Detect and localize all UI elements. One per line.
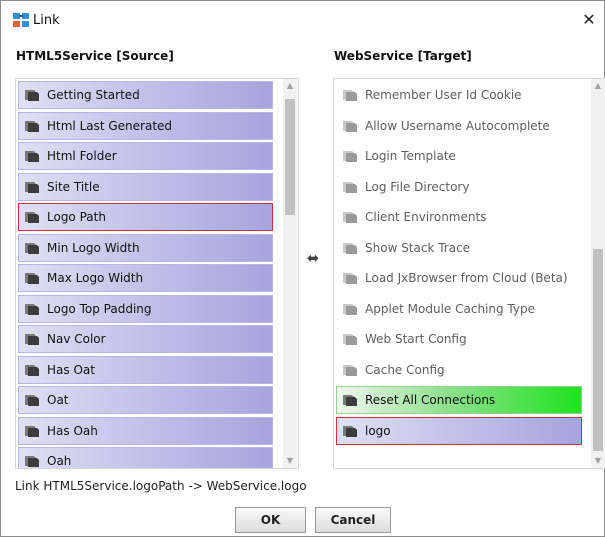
close-icon[interactable]: ✕ <box>576 7 602 33</box>
target-item[interactable]: Web Start Config <box>336 325 582 353</box>
ok-button[interactable]: OK <box>235 507 306 533</box>
target-item-label: Login Template <box>365 149 456 163</box>
source-item-label: Oah <box>47 454 72 468</box>
slot-icon <box>25 273 39 284</box>
target-item-label: Applet Module Caching Type <box>365 301 535 316</box>
target-item[interactable]: Log File Directory <box>336 172 582 201</box>
target-list[interactable]: logo Reset All Connections Cache Config Web… <box>333 78 605 469</box>
slot-icon <box>343 425 357 437</box>
target-header: WebService [Target] <box>334 49 472 63</box>
slot-icon <box>343 242 357 254</box>
target-item[interactable]: Cache Config <box>336 355 582 384</box>
cancel-button[interactable]: Cancel <box>315 507 391 533</box>
target-item[interactable]: Remember User Id Cookie <box>336 81 582 109</box>
source-item[interactable]: Logo Top Padding <box>18 294 273 323</box>
source-item[interactable]: Html Folder <box>18 142 273 170</box>
slot-icon <box>343 181 357 193</box>
slot-icon <box>25 395 39 406</box>
link-status-text: Link HTML5Service.logoPath -> WebService… <box>15 479 307 493</box>
slot-icon <box>25 425 39 437</box>
source-item[interactable]: Logo Path <box>18 203 273 231</box>
source-header: HTML5Service [Source] <box>16 49 174 63</box>
target-item[interactable]: Client Environments <box>336 203 582 231</box>
source-item[interactable]: Getting Started <box>18 81 273 109</box>
slot-icon <box>343 395 357 406</box>
slot-icon <box>25 364 39 376</box>
scroll-up-icon[interactable]: ▲ <box>283 79 297 93</box>
slot-icon <box>343 90 357 101</box>
slot-icon <box>25 242 39 254</box>
source-item[interactable]: Has Oat <box>18 355 273 384</box>
target-item-label: Show Stack Trace <box>365 240 471 255</box>
source-item-label: Html Last Generated <box>47 118 173 133</box>
target-item[interactable]: logo <box>336 416 582 445</box>
source-item-label: Oat <box>47 393 69 407</box>
source-item-label: Getting Started <box>47 88 140 102</box>
target-item-label: Allow Username Autocomplete <box>365 118 550 133</box>
scroll-up-icon[interactable]: ▲ <box>591 79 605 93</box>
slot-icon <box>25 90 39 101</box>
source-list[interactable]: Oah Has Oah Oat Has Oat Nav Color Logo Top Pa… <box>15 78 299 469</box>
slot-icon <box>343 303 357 315</box>
source-item[interactable]: Min Logo Width <box>18 233 273 262</box>
slot-icon <box>25 303 39 315</box>
source-item-label: Html Folder <box>47 149 117 163</box>
scroll-thumb[interactable] <box>285 99 295 215</box>
source-item[interactable]: Site Title <box>18 172 273 201</box>
source-item-label: Logo Path <box>47 210 106 224</box>
source-item[interactable]: Max Logo Width <box>18 264 273 292</box>
title-bar: Link ✕ <box>1 1 604 38</box>
slot-icon <box>343 212 357 223</box>
target-scrollbar[interactable]: ▲ ▼ <box>591 79 605 468</box>
target-item[interactable]: Reset All Connections <box>336 386 582 414</box>
link-dialog: Link ✕ HTML5Service [Source] WebService … <box>0 0 605 537</box>
target-item-label: Load JxBrowser from Cloud (Beta) <box>365 271 568 285</box>
target-item-label: Remember User Id Cookie <box>365 88 522 102</box>
slot-icon <box>343 334 357 345</box>
target-item[interactable]: Show Stack Trace <box>336 233 582 262</box>
target-item-label: logo <box>365 423 391 438</box>
slot-icon <box>25 151 39 162</box>
source-item[interactable]: Has Oah <box>18 416 273 445</box>
target-item-label: Web Start Config <box>365 332 467 346</box>
source-item-label: Site Title <box>47 179 100 194</box>
target-item-label: Log File Directory <box>365 179 470 194</box>
slot-icon <box>25 181 39 193</box>
target-item-label: Client Environments <box>365 210 487 224</box>
scroll-down-icon[interactable]: ▼ <box>591 454 605 468</box>
target-item[interactable]: Load JxBrowser from Cloud (Beta) <box>336 264 582 292</box>
slot-icon <box>25 456 39 467</box>
target-item-label: Reset All Connections <box>365 393 496 407</box>
target-item[interactable]: Allow Username Autocomplete <box>336 111 582 140</box>
slot-icon <box>343 364 357 376</box>
source-item[interactable]: Html Last Generated <box>18 111 273 140</box>
scroll-down-icon[interactable]: ▼ <box>283 454 297 468</box>
slot-icon <box>25 212 39 223</box>
slot-icon <box>25 334 39 345</box>
source-scrollbar[interactable]: ▲ ▼ <box>283 79 297 468</box>
window-title: Link <box>33 13 60 28</box>
scroll-thumb[interactable] <box>593 249 603 451</box>
source-item-label: Min Logo Width <box>47 240 140 255</box>
source-item[interactable]: Oat <box>18 386 273 414</box>
link-app-icon <box>13 13 29 27</box>
target-item-label: Cache Config <box>365 362 445 377</box>
source-item-label: Has Oah <box>47 423 98 438</box>
source-item-label: Max Logo Width <box>47 271 144 285</box>
target-item[interactable]: Applet Module Caching Type <box>336 294 582 323</box>
slot-icon <box>343 273 357 284</box>
source-item[interactable]: Oah <box>18 447 273 468</box>
target-item[interactable]: Login Template <box>336 142 582 170</box>
source-item-label: Has Oat <box>47 362 95 377</box>
source-item-label: Logo Top Padding <box>47 301 152 316</box>
slot-icon <box>343 151 357 162</box>
source-item[interactable]: Nav Color <box>18 325 273 353</box>
slot-icon <box>343 120 357 132</box>
source-item-label: Nav Color <box>47 332 106 346</box>
slot-icon <box>25 120 39 132</box>
link-direction-icon: ⬌ <box>306 249 320 267</box>
